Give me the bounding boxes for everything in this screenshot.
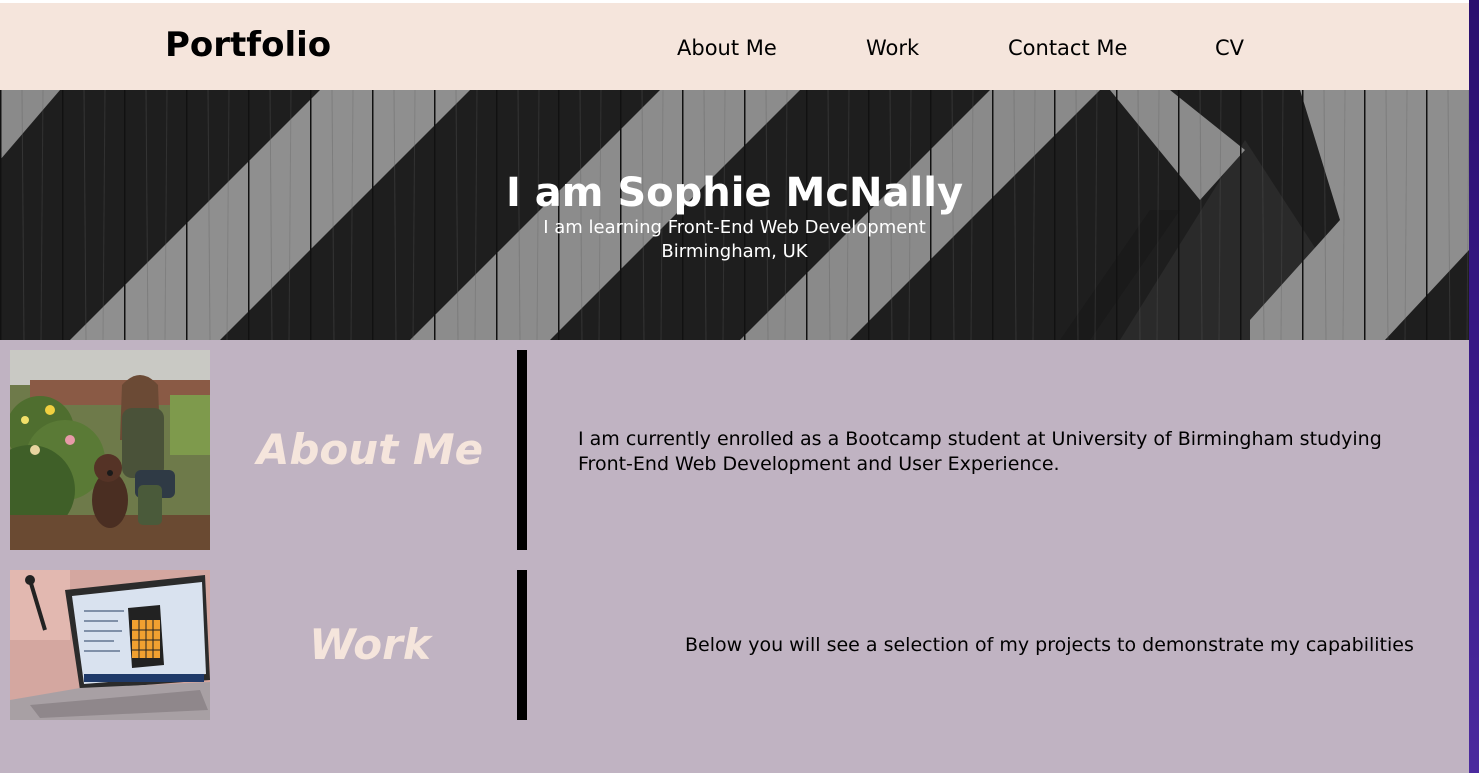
hero-location: Birmingham, UK — [661, 241, 808, 262]
work-text: Below you will see a selection of my pro… — [685, 634, 1414, 656]
about-divider — [517, 350, 527, 550]
brand-title[interactable]: Portfolio — [165, 25, 331, 65]
about-heading: About Me — [256, 425, 484, 474]
hero-subtitle: I am learning Front-End Web Development — [543, 217, 926, 238]
nav-contact-me[interactable]: Contact Me — [1008, 36, 1127, 60]
hero-title: I am Sophie McNally — [505, 170, 964, 216]
hero-text: I am Sophie McNally I am learning Front-… — [0, 170, 1469, 264]
nav-cv[interactable]: CV — [1215, 36, 1244, 60]
about-text-line-1: I am currently enrolled as a Bootcamp st… — [578, 428, 1382, 450]
about-photo — [10, 350, 210, 550]
work-heading: Work — [309, 620, 431, 669]
nav-work[interactable]: Work — [866, 36, 919, 60]
about-text: I am currently enrolled as a Bootcamp st… — [578, 427, 1382, 477]
window-edge — [1469, 0, 1479, 773]
work-photo — [10, 570, 210, 720]
hero-banner: I am Sophie McNally I am learning Front-… — [0, 90, 1469, 340]
nav-about-me[interactable]: About Me — [677, 36, 777, 60]
site-header: Portfolio About Me Work Contact Me CV — [0, 3, 1469, 90]
work-section: Work Below you will see a selection of m… — [10, 570, 1469, 720]
work-divider — [517, 570, 527, 720]
about-text-line-2: Front-End Web Development and User Exper… — [578, 453, 1060, 475]
about-section: About Me I am currently enrolled as a Bo… — [10, 350, 1469, 550]
